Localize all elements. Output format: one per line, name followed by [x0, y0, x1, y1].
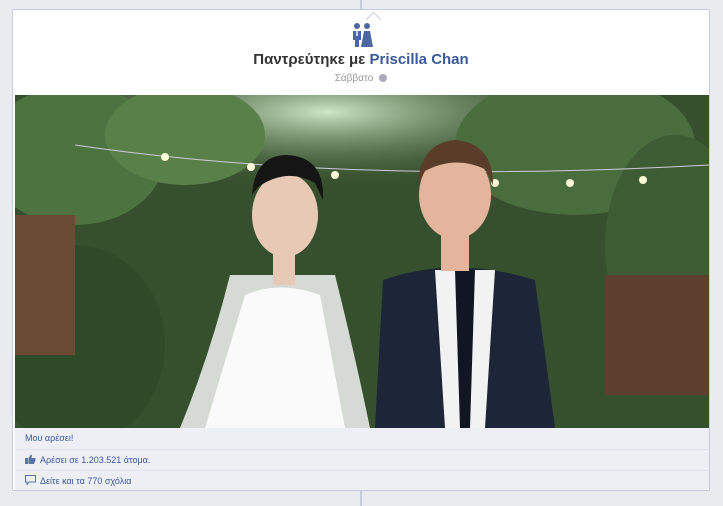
partner-name-link[interactable]: Priscilla Chan [369, 51, 468, 68]
like-button[interactable]: Μου αρέσει! [25, 433, 73, 443]
view-comments-link[interactable]: Δείτε και τα 770 σχόλια [40, 476, 131, 486]
life-event-header: Παντρεύτηκε με Priscilla Chan Σάββατο [13, 10, 709, 95]
like-row: Μου αρέσει! [15, 428, 709, 448]
globe-icon[interactable] [379, 74, 388, 82]
life-event-title: Παντρεύτηκε με Priscilla Chan [13, 51, 709, 68]
likes-summary-row: Αρέσει σε 1.203.521 άτομα. [15, 449, 709, 469]
date-text[interactable]: Σάββατο [335, 73, 374, 84]
comments-row: Δείτε και τα 770 σχόλια [15, 470, 709, 490]
likes-summary-link[interactable]: Αρέσει σε 1.203.521 άτομα. [40, 455, 150, 465]
life-event-card: Παντρεύτηκε με Priscilla Chan Σάββατο Μο… [12, 9, 710, 491]
life-event-date: Σάββατο [13, 73, 709, 84]
wedding-photo[interactable] [15, 95, 709, 428]
title-prefix: Παντρεύτηκε με [253, 51, 366, 68]
wedding-couple-icon [353, 23, 373, 47]
wedding-photo-image [15, 95, 709, 428]
comment-icon [25, 475, 36, 485]
thumbs-up-icon [25, 454, 36, 464]
feedback-panel: Μου αρέσει! Αρέσει σε 1.203.521 άτομα. Δ… [15, 428, 709, 490]
